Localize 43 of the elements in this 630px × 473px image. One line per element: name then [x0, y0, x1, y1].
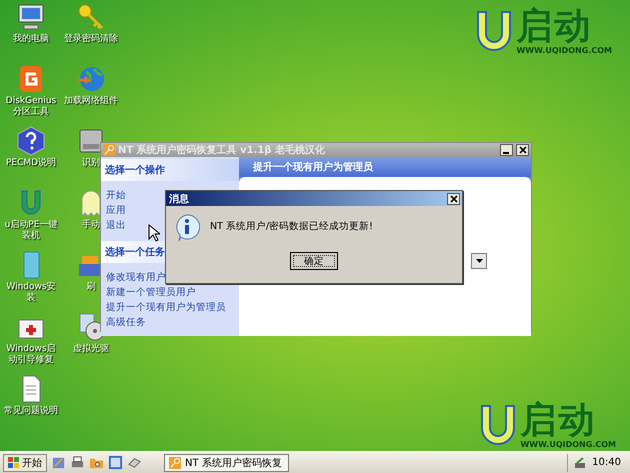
window-title: NT 系统用户密码恢复工具 v1.1β 老毛桃汉化 [118, 143, 326, 157]
clock: 10:40 [592, 457, 621, 468]
desktop-icon-label[interactable]: 常见问题说明 [4, 406, 58, 417]
printer-icon[interactable] [70, 455, 85, 470]
dropdown-button[interactable] [471, 253, 487, 269]
dialog-message: NT 系统用户/密码数据已经成功更新! [210, 220, 373, 233]
network-icon[interactable] [574, 456, 586, 468]
dialog-title: 消息 [169, 192, 190, 206]
logo-url: WWW.UQIDONG.COM [520, 440, 616, 449]
mouse-cursor-icon [148, 224, 160, 242]
desktop-icon-label[interactable]: 登录密码清除 [64, 34, 118, 45]
computer-icon [16, 2, 46, 32]
globe-icon [76, 64, 106, 94]
logo-text: 启动 [520, 402, 598, 440]
ok-button[interactable]: 确定 [290, 252, 338, 270]
caret-icon [476, 259, 482, 263]
desktop-icon-label[interactable]: DiskGenius分区工具 [2, 96, 60, 118]
desktop-icon-label[interactable]: 识别 [82, 158, 100, 169]
sidebar-link[interactable]: 新建一个管理员用户 [101, 285, 239, 300]
logo-url: WWW.UQIDONG.COM [516, 46, 612, 55]
desktop-icon-label[interactable]: Windows安装 [2, 282, 60, 304]
info-icon [174, 214, 200, 242]
sidebar-link[interactable]: 高级任务 [101, 315, 239, 330]
close-button[interactable] [447, 192, 460, 204]
logo-text: 启动 [516, 8, 594, 46]
sidebar-heading: 选择一个操作 [101, 159, 239, 181]
desktop-icon-label[interactable]: 加载网络组件 [64, 96, 118, 107]
desktop-icon-label[interactable]: u启动PE一键装机 [2, 220, 60, 242]
windows-logo-icon [8, 457, 19, 468]
help-icon [16, 126, 46, 156]
screen-capture-icon[interactable] [108, 455, 123, 470]
start-button[interactable]: 开始 [3, 454, 47, 472]
content-heading: 提升一个现有用户为管理员 [239, 157, 531, 177]
close-button[interactable] [516, 144, 529, 156]
desktop-icon-label[interactable]: 我的电脑 [13, 34, 49, 45]
minimize-button[interactable] [500, 144, 513, 156]
desktop-icon-label[interactable]: Windows启动引导修复 [2, 344, 60, 366]
desktop-icon-label[interactable]: PECMD说明 [6, 158, 56, 169]
taskbar-window-button[interactable]: NT 系统用户密码恢复 [164, 454, 289, 472]
sidebar-link[interactable]: 提升一个现有用户为管理员 [101, 300, 239, 315]
desktop-icon-label[interactable]: 刷 [86, 282, 96, 293]
desktop-icon-label[interactable]: 虚拟光驱 [73, 344, 109, 355]
desktop-icon-label[interactable]: 手动 [82, 220, 100, 231]
